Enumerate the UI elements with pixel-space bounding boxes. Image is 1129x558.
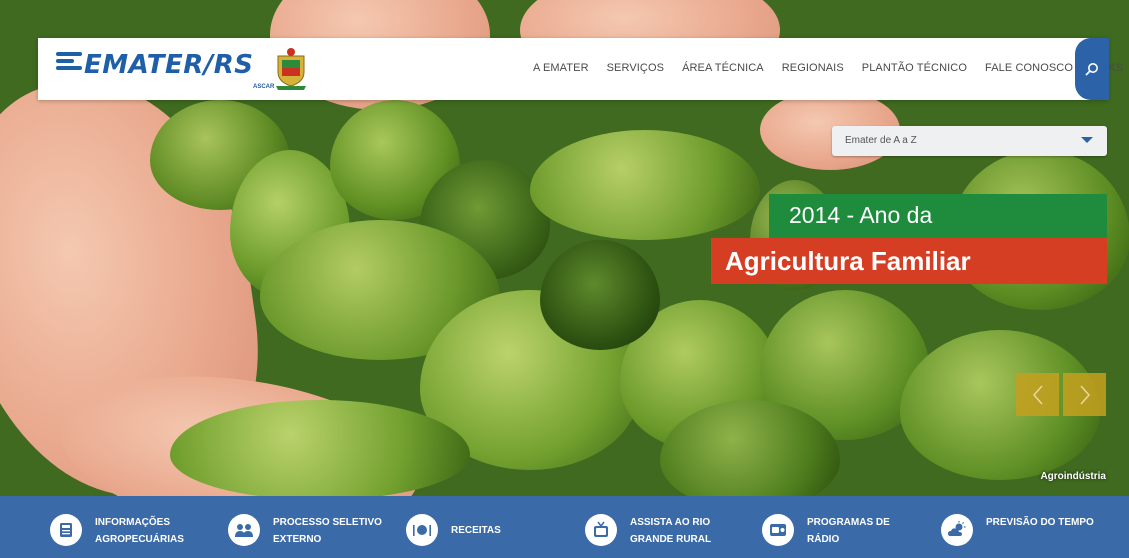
quick-link-label: INFORMAÇÕES (95, 517, 170, 528)
main-nav: A EMATER SERVIÇOS ÁREA TÉCNICA REGIONAIS… (533, 62, 1129, 78)
chevron-down-icon (1081, 137, 1093, 143)
state-crest-icon (276, 48, 306, 90)
slider-prev-button[interactable] (1016, 373, 1059, 416)
chevron-right-icon (1079, 385, 1090, 404)
nav-item-a-emater[interactable]: A EMATER (533, 62, 589, 78)
quick-link-label: PROGRAMAS DE (807, 517, 890, 528)
banner-year[interactable]: 2014 - Ano da (769, 194, 1107, 238)
quick-link-receitas[interactable]: RECEITAS (406, 514, 501, 546)
quick-link-label: PROCESSO SELETIVO (273, 517, 382, 528)
radio-icon (762, 514, 794, 546)
quick-link-label: EXTERNO (273, 534, 322, 545)
weather-icon (941, 514, 973, 546)
nav-item-plantao-tecnico[interactable]: PLANTÃO TÉCNICO (862, 62, 967, 78)
nav-item-regionais[interactable]: REGIONAIS (782, 62, 844, 78)
people-icon (228, 514, 260, 546)
search-icon (1085, 63, 1098, 76)
quick-link-label: RÁDIO (807, 534, 840, 545)
quick-link-rio-grande-rural[interactable]: ASSISTA AO RIO GRANDE RURAL (585, 514, 711, 548)
quick-link-previsao-tempo[interactable]: PREVISÃO DO TEMPO (941, 514, 1094, 546)
dish-icon (406, 514, 438, 546)
emater-a-z-select[interactable]: Emater de A a Z (832, 126, 1107, 156)
slider-next-button[interactable] (1063, 373, 1106, 416)
nav-item-servicos[interactable]: SERVIÇOS (607, 62, 664, 78)
tv-icon (585, 514, 617, 546)
nav-item-fale-conosco[interactable]: FALE CONOSCO (985, 62, 1073, 78)
quick-link-label: AGROPECUÁRIAS (95, 534, 184, 545)
quick-link-label: RECEITAS (451, 525, 501, 536)
quick-link-label: GRANDE RURAL (630, 534, 712, 545)
quick-link-informacoes[interactable]: INFORMAÇÕES AGROPECUÁRIAS (50, 514, 184, 548)
logo-mark-icon (56, 52, 82, 76)
nav-item-area-tecnica[interactable]: ÁREA TÉCNICA (682, 62, 764, 78)
quick-link-processo-seletivo[interactable]: PROCESSO SELETIVO EXTERNO (228, 514, 382, 548)
site-header: EMATER/RS ASCAR A EMATER SERVIÇOS ÁREA T… (38, 38, 1123, 100)
search-button[interactable] (1075, 38, 1109, 100)
logo[interactable]: EMATER/RS ASCAR (38, 38, 274, 100)
quick-link-label: ASSISTA AO RIO (630, 517, 711, 528)
quick-links-bar: INFORMAÇÕES AGROPECUÁRIAS PROCESSO SELET… (0, 496, 1129, 558)
quick-link-label: PREVISÃO DO TEMPO (986, 517, 1094, 528)
logo-sub: ASCAR (253, 84, 275, 90)
logo-text: EMATER/RS (84, 50, 254, 80)
quick-link-programas-radio[interactable]: PROGRAMAS DE RÁDIO (762, 514, 890, 548)
newspaper-icon (50, 514, 82, 546)
slide-caption: Agroindústria (1040, 471, 1106, 482)
emater-a-z-label: Emater de A a Z (845, 135, 917, 146)
banner-title-text: Agricultura Familiar (725, 246, 971, 276)
banner-title[interactable]: Agricultura Familiar (711, 238, 1107, 284)
chevron-left-icon (1032, 385, 1043, 404)
banner-year-text: 2014 - Ano da (789, 202, 933, 228)
